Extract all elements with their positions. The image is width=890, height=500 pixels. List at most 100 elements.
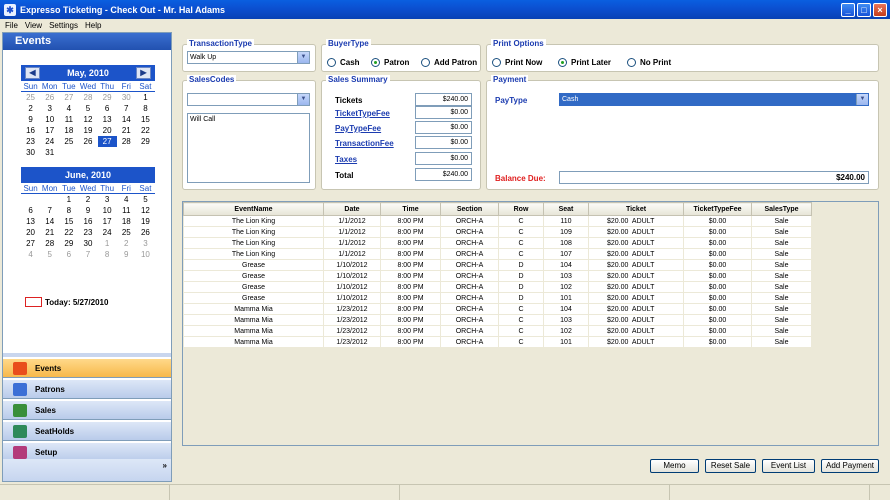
- column-header[interactable]: SalesType: [751, 202, 812, 216]
- print-later-radio[interactable]: Print Later: [558, 58, 611, 67]
- calendar-day[interactable]: 2: [78, 194, 97, 205]
- calendar-day[interactable]: 8: [98, 249, 117, 260]
- calendar-day[interactable]: 24: [98, 227, 117, 238]
- nav-more-button[interactable]: »: [3, 459, 171, 481]
- calendar-day[interactable]: 7: [117, 103, 136, 114]
- calendar-day[interactable]: 29: [59, 238, 78, 249]
- table-row[interactable]: The Lion King 1/1/2012 8:00 PM ORCH-A C 109 $2…: [183, 226, 812, 238]
- calendar-day[interactable]: 10: [136, 249, 155, 260]
- calendar-day[interactable]: 23: [78, 227, 97, 238]
- calendar-day[interactable]: 1: [98, 238, 117, 249]
- event-list-button[interactable]: Event List: [762, 459, 815, 473]
- nav-patrons-button[interactable]: Patrons: [3, 379, 171, 399]
- no-print-radio[interactable]: No Print: [627, 58, 671, 67]
- calendar-day[interactable]: 10: [40, 114, 59, 125]
- calendar-day[interactable]: 19: [78, 125, 97, 136]
- next-month-button[interactable]: ▶: [136, 67, 151, 79]
- calendar-day[interactable]: 9: [78, 205, 97, 216]
- calendar-day[interactable]: 30: [21, 147, 40, 158]
- table-row[interactable]: The Lion King 1/1/2012 8:00 PM ORCH-A C 108 $2…: [183, 237, 812, 249]
- calendar-day[interactable]: 29: [98, 92, 117, 103]
- calendar-day[interactable]: 20: [21, 227, 40, 238]
- buyer-patron-radio[interactable]: Patron: [371, 58, 409, 67]
- calendar-day[interactable]: 8: [136, 103, 155, 114]
- calendar-day[interactable]: 15: [136, 114, 155, 125]
- summary-label[interactable]: PayTypeFee: [335, 124, 381, 133]
- calendar-day[interactable]: 1: [59, 194, 78, 205]
- column-header[interactable]: TicketTypeFee: [683, 202, 752, 216]
- calendar-day[interactable]: 22: [136, 125, 155, 136]
- calendar-day[interactable]: 4: [117, 194, 136, 205]
- summary-label[interactable]: TicketTypeFee: [335, 109, 390, 118]
- menu-view[interactable]: View: [25, 21, 42, 30]
- calendar-day[interactable]: 27: [21, 238, 40, 249]
- column-header[interactable]: EventName: [183, 202, 324, 216]
- calendar-day[interactable]: 30: [117, 92, 136, 103]
- calendar-day[interactable]: 14: [117, 114, 136, 125]
- calendar-day[interactable]: 27: [97, 136, 117, 147]
- nav-seatholds-button[interactable]: SeatHolds: [3, 421, 171, 441]
- table-row[interactable]: Mamma Mia 1/23/2012 8:00 PM ORCH-A C 102 $20.0…: [183, 325, 812, 337]
- memo-button[interactable]: Memo: [650, 459, 699, 473]
- menu-help[interactable]: Help: [85, 21, 101, 30]
- calendar-day[interactable]: 5: [136, 194, 155, 205]
- buyer-add-patron-radio[interactable]: Add Patron: [421, 58, 477, 67]
- nav-sales-button[interactable]: Sales: [3, 400, 171, 420]
- calendar-day[interactable]: 4: [59, 103, 78, 114]
- column-header[interactable]: Row: [498, 202, 544, 216]
- table-row[interactable]: Mamma Mia 1/23/2012 8:00 PM ORCH-A C 103 $20.0…: [183, 314, 812, 326]
- buyer-cash-radio[interactable]: Cash: [327, 58, 360, 67]
- transaction-type-select[interactable]: Walk Up ▼: [187, 51, 310, 64]
- calendar-day[interactable]: 2: [21, 103, 40, 114]
- calendar-day[interactable]: 16: [21, 125, 40, 136]
- calendar-day[interactable]: 31: [40, 147, 59, 158]
- calendar-day[interactable]: 3: [136, 238, 155, 249]
- calendar-day[interactable]: 4: [21, 249, 40, 260]
- add-payment-button[interactable]: Add Payment: [821, 459, 879, 473]
- calendar-day[interactable]: 20: [98, 125, 117, 136]
- calendar-day[interactable]: 7: [40, 205, 59, 216]
- calendar-day[interactable]: 13: [21, 216, 40, 227]
- calendar-day[interactable]: 19: [136, 216, 155, 227]
- table-row[interactable]: Grease 1/10/2012 8:00 PM ORCH-A D 103 $20.00 A…: [183, 270, 812, 282]
- table-row[interactable]: Grease 1/10/2012 8:00 PM ORCH-A D 101 $20.00 A…: [183, 292, 812, 304]
- calendar-day[interactable]: 3: [98, 194, 117, 205]
- minimize-button[interactable]: _: [841, 2, 855, 17]
- summary-label[interactable]: Taxes: [335, 155, 357, 164]
- table-row[interactable]: Mamma Mia 1/23/2012 8:00 PM ORCH-A C 104 $20.0…: [183, 303, 812, 315]
- calendar-day[interactable]: 21: [117, 125, 136, 136]
- calendar-day[interactable]: 13: [98, 114, 117, 125]
- close-button[interactable]: ×: [873, 2, 887, 17]
- calendar-day[interactable]: 23: [21, 136, 40, 147]
- menu-file[interactable]: File: [5, 21, 18, 30]
- sales-codes-select[interactable]: ▼: [187, 93, 310, 106]
- calendar-day[interactable]: 25: [21, 92, 40, 103]
- table-row[interactable]: Grease 1/10/2012 8:00 PM ORCH-A D 102 $20.00 A…: [183, 281, 812, 293]
- calendar-day[interactable]: 6: [98, 103, 117, 114]
- pane-splitter[interactable]: [3, 353, 171, 357]
- table-row[interactable]: Grease 1/10/2012 8:00 PM ORCH-A D 104 $20.00 A…: [183, 259, 812, 271]
- calendar-day[interactable]: 26: [136, 227, 155, 238]
- table-row[interactable]: Mamma Mia 1/23/2012 8:00 PM ORCH-A C 101 $20.0…: [183, 336, 812, 348]
- today-link[interactable]: Today: 5/27/2010: [25, 297, 108, 307]
- calendar-day[interactable]: 24: [40, 136, 59, 147]
- calendar-day[interactable]: 30: [78, 238, 97, 249]
- calendar-day[interactable]: 18: [59, 125, 78, 136]
- tickets-grid[interactable]: EventName Date Time Section Row Seat Ticket Tic…: [182, 201, 879, 446]
- calendar-day[interactable]: 25: [117, 227, 136, 238]
- calendar-day[interactable]: 6: [21, 205, 40, 216]
- column-header[interactable]: Section: [440, 202, 499, 216]
- calendar-day[interactable]: 8: [59, 205, 78, 216]
- list-item[interactable]: Will Call: [190, 116, 307, 123]
- table-row[interactable]: The Lion King 1/1/2012 8:00 PM ORCH-A C 107 $2…: [183, 248, 812, 260]
- calendar-day[interactable]: 26: [78, 136, 97, 147]
- calendar-day[interactable]: 17: [40, 125, 59, 136]
- calendar-day[interactable]: 29: [136, 136, 155, 147]
- calendar-day[interactable]: 15: [59, 216, 78, 227]
- calendar-day[interactable]: 11: [59, 114, 78, 125]
- calendar-day[interactable]: 28: [117, 136, 136, 147]
- table-row[interactable]: The Lion King 1/1/2012 8:00 PM ORCH-A C 110 $2…: [183, 215, 812, 227]
- calendar-day[interactable]: 12: [136, 205, 155, 216]
- calendar-day[interactable]: 12: [78, 114, 97, 125]
- calendar-day[interactable]: 11: [117, 205, 136, 216]
